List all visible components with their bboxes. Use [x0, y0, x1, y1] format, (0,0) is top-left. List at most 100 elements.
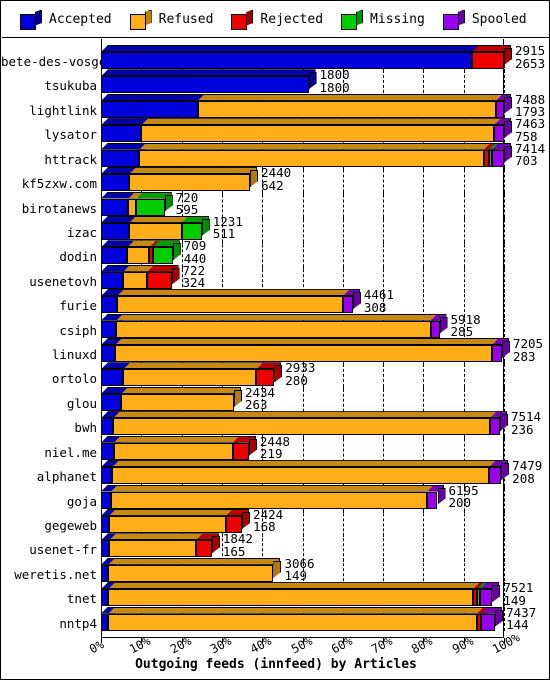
tick-mark [221, 240, 223, 245]
stacked-bar [101, 69, 504, 94]
x-axis-tick-label: 20% [167, 633, 194, 657]
bar-end-cap [171, 267, 180, 285]
bar-value-labels: 2424 168 [253, 508, 283, 534]
tick-mark [423, 508, 425, 513]
stacked-bar [101, 191, 504, 216]
bar-value-labels: 5918 285 [450, 313, 481, 340]
y-axis-label: izac [66, 224, 97, 240]
x-axis-tick-label: 30% [207, 633, 234, 657]
stacked-bar [101, 93, 512, 118]
tick-mark [101, 557, 102, 562]
y-axis-label: kf5zxw.com [21, 176, 97, 192]
bar-segment-rejected [195, 540, 212, 558]
y-axis-label: bete-des-vosges [1, 54, 114, 69]
tick-mark [101, 435, 102, 440]
bar-end-cap [439, 316, 448, 334]
tick-mark [383, 215, 385, 220]
tick-mark [342, 508, 344, 513]
bar-end-cap [499, 414, 508, 432]
bar-end-cap [172, 243, 181, 261]
bar-segment-accepted [101, 418, 114, 436]
stacked-bar [101, 411, 508, 436]
bar-segment-refused [113, 418, 490, 436]
stacked-bar [101, 508, 504, 533]
stacked-bar [101, 582, 504, 607]
tick-mark [423, 362, 425, 367]
bar-value-labels: 7414 703 [515, 142, 545, 168]
bar-segment-refused [108, 564, 274, 582]
tick-mark [423, 240, 425, 245]
x-axis-tick-label: 60% [328, 633, 355, 657]
tick-mark [383, 69, 385, 74]
stacked-bar [101, 606, 504, 631]
bar-segment-top-refused [116, 313, 438, 321]
bar-value-labels: 1231 511 [213, 215, 243, 241]
bar-segment-spooled [491, 149, 504, 167]
bar-value-accepted: 285 [450, 324, 474, 340]
tick-mark [383, 386, 385, 391]
tick-mark [302, 215, 304, 220]
y-axis-label: tnet [66, 591, 97, 607]
stacked-bar [101, 289, 504, 314]
tick-mark [423, 289, 425, 294]
bar-segment-spooled [489, 418, 500, 436]
tick-mark [101, 338, 102, 342]
bar-segment-refused [121, 393, 234, 411]
bar-row: nntp4 7437 144 [59, 606, 536, 635]
bar-segment-refused [108, 613, 477, 631]
tick-mark [504, 167, 505, 172]
bar-segment-top-refused [111, 484, 435, 492]
plot-area: bete-des-vosges 2915 2653 tsukuba 1800 1800 li… [1, 44, 545, 631]
y-axis-label: weretis.net [14, 566, 97, 582]
bar-segment-rejected [232, 442, 249, 460]
y-axis-label: gegeweb [44, 517, 97, 533]
bar-segment-accepted [101, 174, 130, 192]
bar-segment-top-refused [129, 215, 189, 223]
stacked-bar [101, 435, 504, 460]
bar-value-labels: 2434 263 [245, 386, 275, 412]
y-axis-label: httrack [44, 151, 97, 167]
tick-mark [504, 69, 505, 74]
bar-value-labels: 6195 200 [449, 484, 479, 510]
bar-end-cap [250, 170, 259, 188]
bar-segment-spooled [480, 589, 493, 607]
tick-mark [463, 386, 465, 391]
bar-value-labels: 4461 308 [364, 289, 394, 314]
tick-mark [181, 240, 183, 245]
bar-segment-refused [139, 149, 484, 167]
tick-mark [423, 264, 425, 269]
bar-segment-top-refused [108, 557, 281, 565]
bar-segment-top-refused [108, 606, 484, 614]
bar-value-labels: 7479 208 [512, 460, 542, 485]
bar-end-cap [274, 365, 283, 383]
legend-item-rejected: Rejected [231, 9, 323, 30]
bar-segment-spooled [493, 125, 504, 143]
bar-segment-refused [109, 515, 226, 533]
bar-segment-accepted [101, 149, 140, 167]
bar-segment-refused [108, 589, 473, 607]
tick-mark [101, 93, 102, 98]
legend-label: Accepted [49, 12, 112, 27]
bar-end-cap [352, 292, 361, 310]
tick-mark [463, 362, 465, 367]
tick-mark [463, 289, 465, 294]
tick-mark [423, 435, 425, 440]
tick-mark [262, 240, 264, 245]
bar-segment-top-refused [129, 167, 258, 175]
tick-mark [504, 557, 505, 562]
y-axis-label: tsukuba [44, 78, 97, 94]
tick-mark [101, 215, 102, 220]
bar-value-labels: 7205 283 [513, 337, 543, 363]
bar-segment-refused [129, 174, 251, 192]
bar-value-accepted: 308 [363, 299, 387, 315]
legend-item-spooled: Spooled [442, 9, 527, 30]
x-axis-tick-label: 80% [409, 633, 436, 657]
bar-end-cap [504, 145, 512, 163]
tick-mark [504, 215, 505, 220]
tick-mark [463, 167, 465, 172]
bar-value-accepted: 642 [261, 177, 284, 193]
tick-mark [463, 215, 465, 220]
legend-swatch-icon [341, 9, 364, 30]
legend-item-missing: Missing [341, 9, 425, 30]
tick-mark [463, 557, 465, 562]
